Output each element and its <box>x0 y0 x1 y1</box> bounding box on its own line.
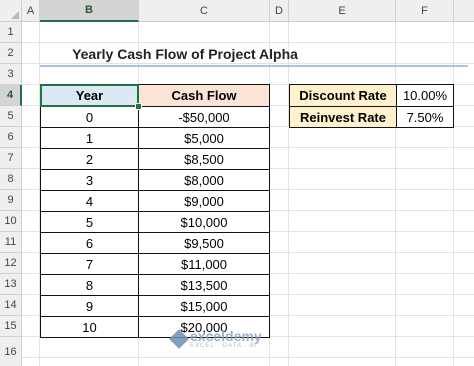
cashflow-header-cell[interactable]: Cash Flow <box>138 84 270 107</box>
row-header[interactable]: 11 <box>0 232 22 253</box>
watermark-tagline: EXCEL · DATA · BI <box>190 343 258 349</box>
year-cell[interactable]: 4 <box>40 190 139 212</box>
column-header-f[interactable]: F <box>396 0 454 22</box>
year-header-cell[interactable]: Year <box>40 84 139 107</box>
year-cell[interactable]: 6 <box>40 232 139 254</box>
row-header[interactable]: 5 <box>0 106 22 127</box>
discount-rate-value[interactable]: 10.00% <box>396 84 454 107</box>
row-header[interactable]: 2 <box>0 43 22 64</box>
select-all-corner[interactable] <box>0 0 22 22</box>
sheet-title[interactable]: Yearly Cash Flow of Project Alpha <box>40 44 330 64</box>
cashflow-cell[interactable]: $10,000 <box>138 211 270 233</box>
year-cell[interactable]: 7 <box>40 253 139 275</box>
row-header[interactable]: 6 <box>0 127 22 148</box>
cashflow-cell[interactable]: $9,000 <box>138 190 270 212</box>
row-header[interactable]: 7 <box>0 148 22 169</box>
row-header[interactable]: 15 <box>0 316 22 337</box>
year-cell[interactable]: 0 <box>40 106 139 128</box>
cashflow-cell[interactable]: $15,000 <box>138 295 270 317</box>
cashflow-cell[interactable]: $8,500 <box>138 148 270 170</box>
cashflow-cell[interactable]: $8,000 <box>138 169 270 191</box>
row-header[interactable]: 12 <box>0 253 22 274</box>
watermark: exceldemy EXCEL · DATA · BI <box>169 328 262 349</box>
exceldemy-logo-icon <box>169 329 189 349</box>
year-cell[interactable]: 9 <box>40 295 139 317</box>
cashflow-cell[interactable]: $5,000 <box>138 127 270 149</box>
row-header[interactable]: 16 <box>0 337 22 366</box>
row-header[interactable]: 10 <box>0 211 22 232</box>
column-header-extra[interactable] <box>454 0 474 22</box>
discount-rate-label[interactable]: Discount Rate <box>289 84 397 107</box>
row-header-active[interactable]: 4 <box>0 85 22 106</box>
watermark-name: exceldemy <box>190 328 262 344</box>
fill-handle[interactable] <box>135 103 142 110</box>
year-cell[interactable]: 2 <box>40 148 139 170</box>
column-header-e[interactable]: E <box>289 0 396 22</box>
row-header[interactable]: 13 <box>0 274 22 295</box>
year-cell[interactable]: 8 <box>40 274 139 296</box>
row-header[interactable]: 1 <box>0 22 22 43</box>
reinvest-rate-value[interactable]: 7.50% <box>396 106 454 128</box>
cashflow-cell[interactable]: $9,500 <box>138 232 270 254</box>
row-header[interactable]: 3 <box>0 64 22 85</box>
year-cell[interactable]: 5 <box>40 211 139 233</box>
column-header-d[interactable]: D <box>270 0 289 22</box>
row-header[interactable]: 8 <box>0 169 22 190</box>
year-cell[interactable]: 10 <box>40 316 139 338</box>
cashflow-cell[interactable]: $11,000 <box>138 253 270 275</box>
column-header-b[interactable]: B <box>40 0 139 22</box>
reinvest-rate-label[interactable]: Reinvest Rate <box>289 106 397 128</box>
title-underline <box>40 65 468 67</box>
row-header[interactable]: 9 <box>0 190 22 211</box>
year-cell[interactable]: 3 <box>40 169 139 191</box>
cashflow-cell[interactable]: $13,500 <box>138 274 270 296</box>
year-cell[interactable]: 1 <box>40 127 139 149</box>
row-header[interactable]: 14 <box>0 295 22 316</box>
column-header-a[interactable]: A <box>22 0 40 22</box>
column-header-c[interactable]: C <box>139 0 270 22</box>
cashflow-cell[interactable]: -$50,000 <box>138 106 270 128</box>
